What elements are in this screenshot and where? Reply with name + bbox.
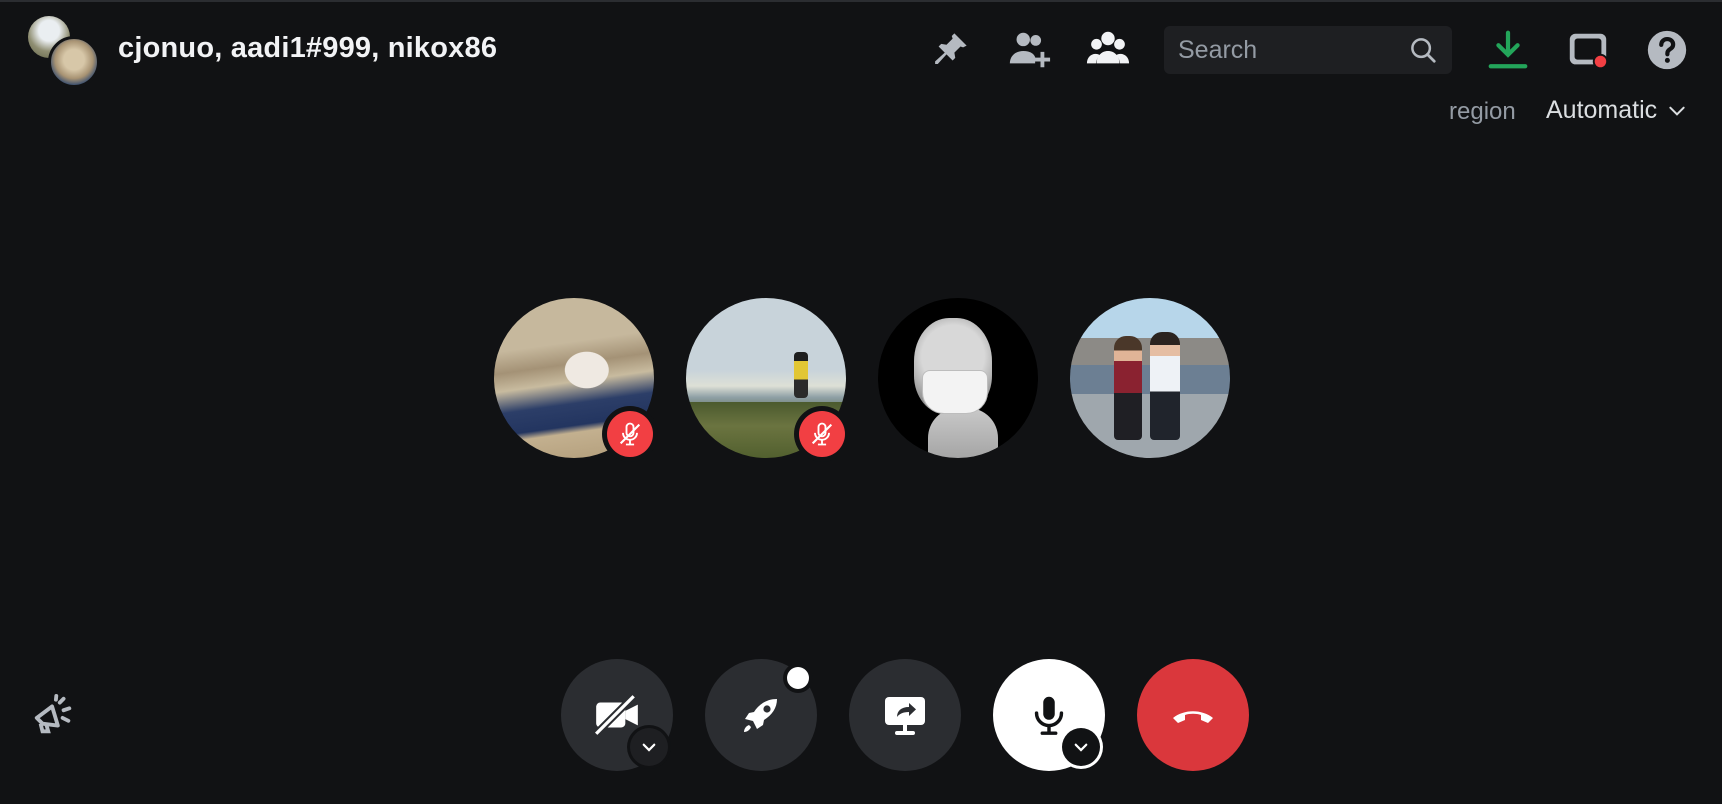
- help-icon: [1647, 30, 1687, 70]
- download-button[interactable]: [1482, 24, 1534, 76]
- add-friend-button[interactable]: [1003, 24, 1055, 76]
- microphone-options-button[interactable]: [1059, 725, 1103, 769]
- chevron-down-icon: [1669, 106, 1685, 116]
- microphone-button[interactable]: [993, 659, 1105, 771]
- pin-button[interactable]: [924, 24, 976, 76]
- download-icon: [1488, 30, 1528, 69]
- mic-muted-icon: [619, 422, 641, 446]
- screen-share-button[interactable]: [849, 659, 961, 771]
- camera-options-button[interactable]: [627, 725, 671, 769]
- friends-avatar: [1070, 298, 1230, 458]
- hang-up-icon: [1173, 711, 1213, 723]
- page-title: cjonuo, aadi1#999, nikox86: [118, 32, 498, 64]
- participant-tile[interactable]: [686, 298, 850, 462]
- participant-tile[interactable]: [494, 298, 658, 462]
- avatar: [48, 36, 100, 88]
- rocket-icon: [744, 699, 777, 732]
- group-avatar: [28, 16, 100, 88]
- participant-tile[interactable]: [878, 298, 1038, 458]
- region-dropdown[interactable]: Automatic: [1546, 96, 1687, 125]
- call-window: cjonuo, aadi1#999, nikox86 Search region…: [0, 0, 1722, 804]
- soundboard-button[interactable]: [30, 692, 78, 740]
- add-friend-icon: [1009, 32, 1051, 68]
- participant-tile[interactable]: [1070, 298, 1230, 458]
- muted-badge: [794, 406, 850, 462]
- muted-badge: [602, 406, 658, 462]
- help-button[interactable]: [1641, 24, 1693, 76]
- inbox-button[interactable]: [1562, 24, 1614, 76]
- activities-button[interactable]: [705, 659, 817, 771]
- mic-muted-icon: [811, 422, 833, 446]
- members-button[interactable]: [1082, 24, 1134, 76]
- search-box[interactable]: [1164, 26, 1452, 74]
- search-icon: [1406, 33, 1440, 67]
- region-value: Automatic: [1546, 96, 1658, 124]
- participant-list: [494, 298, 1230, 462]
- camera-toggle-button[interactable]: [561, 659, 673, 771]
- inbox-icon: [1569, 33, 1609, 70]
- notification-dot: [783, 663, 813, 693]
- region-label: region: [1449, 98, 1516, 125]
- pin-icon: [935, 33, 967, 64]
- chevron-down-icon: [1074, 743, 1088, 752]
- search-input[interactable]: [1176, 34, 1406, 66]
- soundboard-icon: [34, 693, 72, 734]
- statue-avatar: [878, 298, 1038, 458]
- screen-share-icon: [885, 697, 925, 735]
- disconnect-button[interactable]: [1137, 659, 1249, 771]
- members-icon: [1086, 31, 1130, 64]
- chevron-down-icon: [642, 743, 656, 752]
